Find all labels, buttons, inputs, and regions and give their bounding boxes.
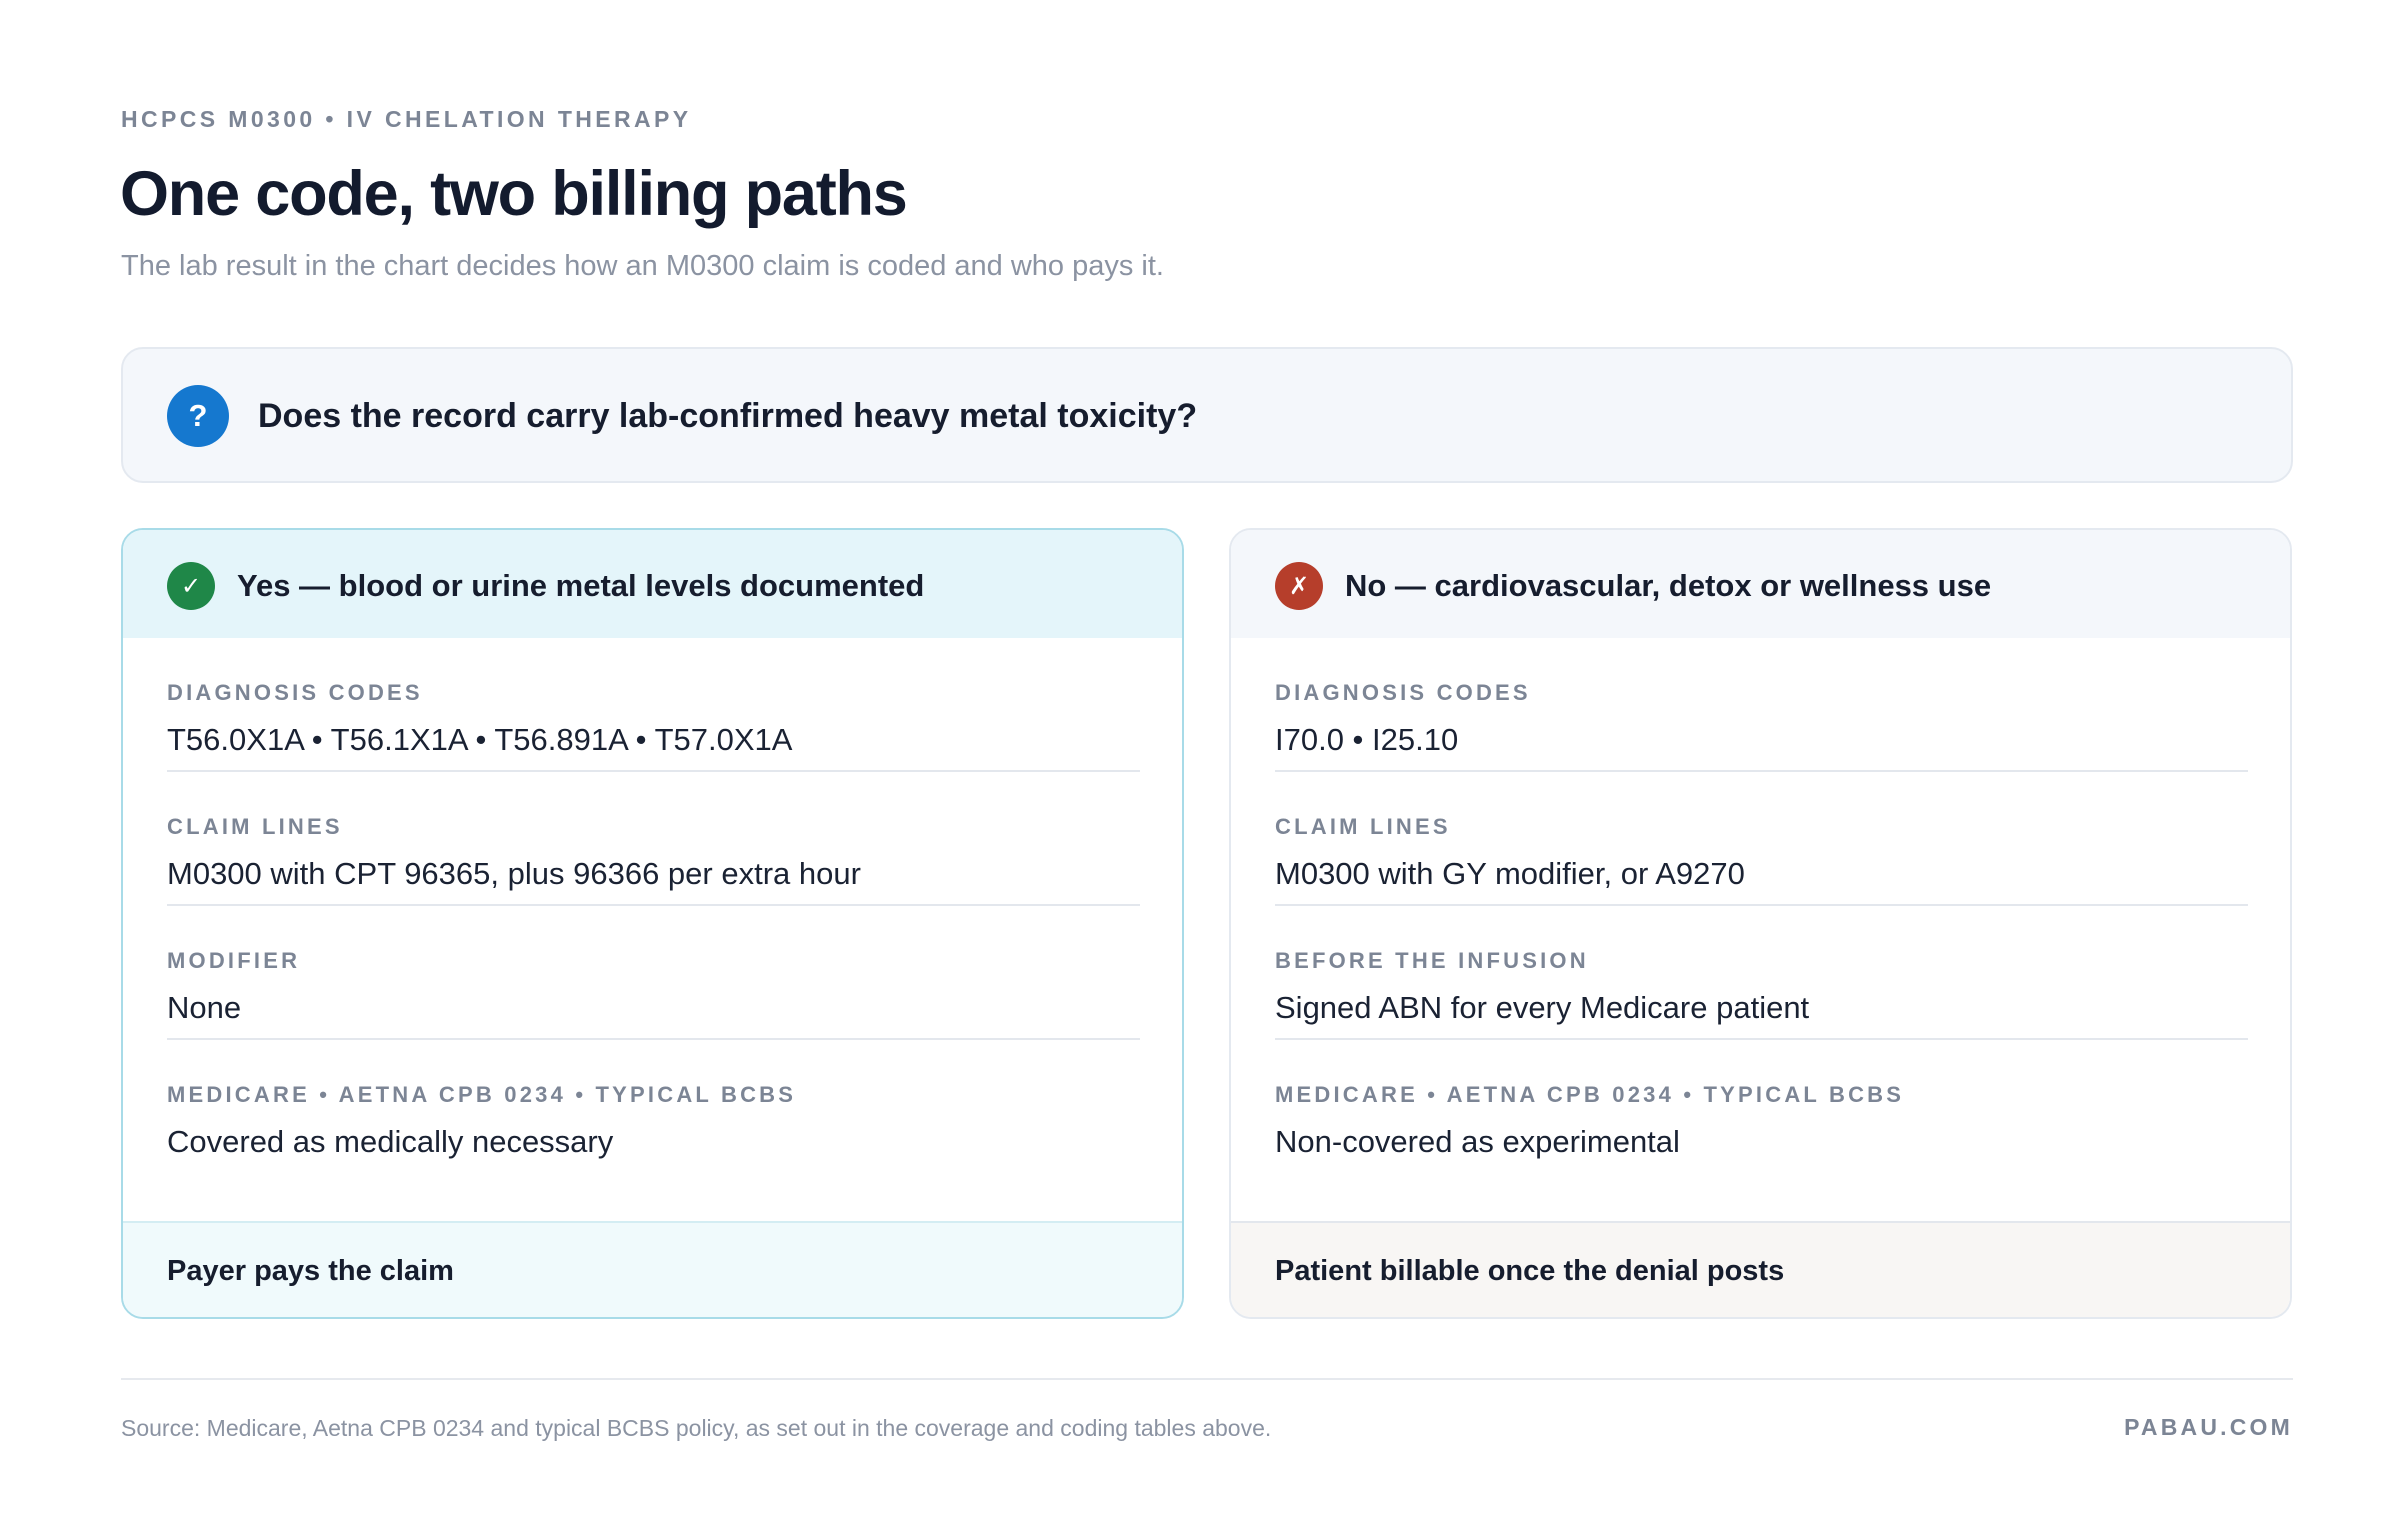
- row-label: MEDICARE • AETNA CPB 0234 • TYPICAL BCBS: [167, 1082, 797, 1107]
- row-value: Non-covered as experimental: [1275, 1124, 1680, 1159]
- no-row-coverage: MEDICARE • AETNA CPB 0234 • TYPICAL BCBS…: [1275, 1040, 2248, 1174]
- no-path-outcome: Patient billable once the denial posts: [1231, 1221, 2290, 1317]
- yes-path-header: ✓ Yes — blood or urine metal levels docu…: [123, 530, 1182, 638]
- no-path-heading: No — cardiovascular, detox or wellness u…: [1345, 568, 1992, 603]
- yes-path-heading: Yes — blood or urine metal levels docume…: [237, 568, 925, 603]
- no-path-card: ✗ No — cardiovascular, detox or wellness…: [1229, 528, 2292, 1319]
- footer-divider: [121, 1378, 2293, 1380]
- row-label: CLAIM LINES: [167, 814, 343, 839]
- row-value: I70.0 • I25.10: [1275, 722, 1459, 757]
- no-row-diagnosis: DIAGNOSIS CODES I70.0 • I25.10: [1275, 638, 2248, 772]
- page-subtitle: The lab result in the chart decides how …: [121, 250, 1164, 282]
- question-text: Does the record carry lab-confirmed heav…: [258, 397, 1198, 435]
- row-value: Covered as medically necessary: [167, 1124, 614, 1159]
- yes-row-modifier: MODIFIER None: [167, 906, 1140, 1040]
- question-mark-icon: ?: [167, 385, 229, 447]
- row-value: None: [167, 990, 242, 1025]
- row-value: M0300 with GY modifier, or A9270: [1275, 856, 1745, 891]
- outcome-text: Patient billable once the denial posts: [1275, 1255, 1785, 1287]
- no-row-claim-lines: CLAIM LINES M0300 with GY modifier, or A…: [1275, 772, 2248, 906]
- yes-row-diagnosis: DIAGNOSIS CODES T56.0X1A • T56.1X1A • T5…: [167, 638, 1140, 772]
- outcome-text: Payer pays the claim: [167, 1255, 454, 1287]
- yes-path-rows: DIAGNOSIS CODES T56.0X1A • T56.1X1A • T5…: [167, 638, 1140, 1174]
- decision-question: ? Does the record carry lab-confirmed he…: [121, 347, 2293, 483]
- row-label: BEFORE THE INFUSION: [1275, 948, 1589, 973]
- row-label: MEDICARE • AETNA CPB 0234 • TYPICAL BCBS: [1275, 1082, 1905, 1107]
- cross-icon: ✗: [1275, 562, 1323, 610]
- no-row-before-infusion: BEFORE THE INFUSION Signed ABN for every…: [1275, 906, 2248, 1040]
- row-label: DIAGNOSIS CODES: [167, 680, 423, 705]
- yes-path-outcome: Payer pays the claim: [123, 1221, 1182, 1317]
- row-value: M0300 with CPT 96365, plus 96366 per ext…: [167, 856, 861, 891]
- row-label: DIAGNOSIS CODES: [1275, 680, 1531, 705]
- row-label: CLAIM LINES: [1275, 814, 1451, 839]
- page-title: One code, two billing paths: [120, 159, 908, 229]
- no-path-header: ✗ No — cardiovascular, detox or wellness…: [1231, 530, 2290, 638]
- check-icon: ✓: [167, 562, 215, 610]
- row-label: MODIFIER: [167, 948, 301, 973]
- row-value: Signed ABN for every Medicare patient: [1275, 990, 1810, 1025]
- source-note: Source: Medicare, Aetna CPB 0234 and typ…: [121, 1415, 1272, 1441]
- eyebrow: HCPCS M0300 • IV CHELATION THERAPY: [121, 106, 692, 132]
- row-value: T56.0X1A • T56.1X1A • T56.891A • T57.0X1…: [167, 722, 793, 757]
- yes-row-claim-lines: CLAIM LINES M0300 with CPT 96365, plus 9…: [167, 772, 1140, 906]
- yes-path-card: ✓ Yes — blood or urine metal levels docu…: [121, 528, 1184, 1319]
- brand-logo: PABAU.COM: [2124, 1414, 2293, 1440]
- yes-row-coverage: MEDICARE • AETNA CPB 0234 • TYPICAL BCBS…: [167, 1040, 1140, 1174]
- no-path-rows: DIAGNOSIS CODES I70.0 • I25.10 CLAIM LIN…: [1275, 638, 2248, 1174]
